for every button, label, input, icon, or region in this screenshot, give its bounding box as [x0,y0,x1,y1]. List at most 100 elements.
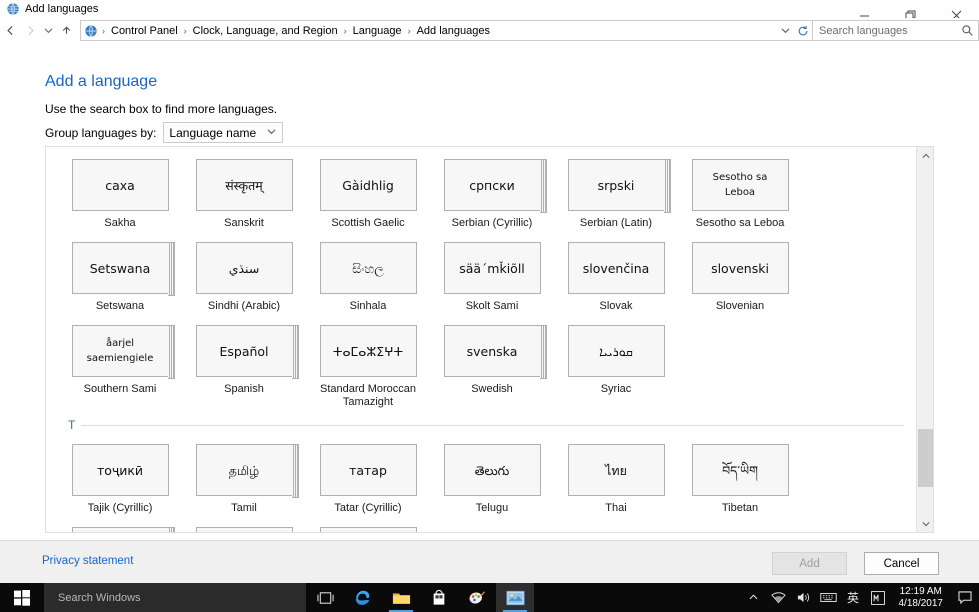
paint-3d-icon[interactable] [458,583,496,612]
language-tile[interactable]: Gàidhlig [320,159,417,211]
language-tile-item: српскиSerbian (Cyrillic) [430,147,554,230]
language-tile-item: EspañolSpanish [182,313,306,409]
language-tile-item: සිංහල Sinhala [306,230,430,313]
scroll-down-button[interactable] [917,515,934,532]
address-bar[interactable]: › Control Panel › Clock, Language, and R… [80,20,813,41]
language-tile-item: slovenčinaSlovak [554,230,678,313]
ime-language-indicator[interactable]: 英 [841,583,866,612]
search-input[interactable] [813,25,956,37]
language-tile-item: ትግርኛTigrinya [58,515,182,532]
language-tile[interactable]: Setswana [72,242,169,294]
language-tile-item: татар Tatar (Cyrillic) [306,432,430,515]
language-display-name: Tatar (Cyrillic) [308,502,428,515]
language-display-name: Thai [556,502,676,515]
breadcrumb-item-add-languages[interactable]: Add languages [413,23,494,39]
taskbar-clock[interactable]: 12:19 AM 4/18/2017 [891,583,952,612]
cancel-button[interactable]: Cancel [864,552,939,575]
language-tile[interactable]: српски [444,159,541,211]
language-tile-item: åarjel saemiengiele Southern Sami [58,313,182,409]
microsoft-store-icon[interactable] [420,583,458,612]
language-tile-item: سنڌيSindhi (Arabic) [182,230,306,313]
breadcrumb-separator: › [182,26,189,36]
language-tile-item: тоҷикӣTajik (Cyrillic) [58,432,182,515]
language-tile[interactable]: Español [196,325,293,377]
language-tile[interactable]: svenska [444,325,541,377]
group-letter: T [68,418,75,432]
language-tile[interactable]: Sesotho sa Leboa [692,159,789,211]
scroll-up-button[interactable] [917,147,934,164]
language-tile[interactable]: åarjel saemiengiele [72,325,169,377]
language-scroll-area[interactable]: сахаSakhaसंस्कृतम्SanskritGàidhligScotti… [46,147,914,532]
language-display-name: Swedish [432,383,552,396]
language-tile-item [182,515,306,532]
language-tile[interactable]: slovenski [692,242,789,294]
windows-taskbar: Search Windows [0,583,979,612]
language-display-name: Scottish Gaelic [308,217,428,230]
language-tile[interactable]: ትግርኛ [72,527,169,532]
language-native-name: slovenski [707,261,773,276]
back-button[interactable] [0,20,20,42]
group-languages-value: Language name [169,126,256,140]
vertical-scrollbar[interactable] [916,147,933,532]
language-tile[interactable]: sää´mǩiõll [444,242,541,294]
scrollbar-thumb[interactable] [918,429,933,487]
page-title: Add a language [45,73,157,91]
language-tile[interactable] [320,527,417,532]
start-button[interactable] [0,583,44,612]
language-tile[interactable]: ܩܘܪܝܝܐ [568,325,665,377]
language-tile[interactable]: සිංහල [320,242,417,294]
language-native-name: sää´mǩiõll [455,261,529,276]
language-tile[interactable] [196,527,293,532]
search-box[interactable] [813,20,979,41]
language-tile-item: ⵜⴰⵎⴰⵣⵉⵖⵜStandard Moroccan Tamazight [306,313,430,409]
language-native-name: සිංහල [348,261,388,276]
privacy-statement-link[interactable]: Privacy statement [42,555,133,567]
file-explorer-icon[interactable] [382,583,420,612]
language-tile-item: Sesotho sa LeboaSesotho sa Leboa [678,147,802,230]
language-tile[interactable]: ไทย [568,444,665,496]
language-native-name: саха [101,178,139,193]
language-native-name: тоҷикӣ [93,463,147,478]
up-button[interactable] [56,20,76,42]
action-center-icon[interactable] [951,583,979,612]
breadcrumb-item-control-panel[interactable]: Control Panel [107,23,182,39]
clock-date: 4/18/2017 [899,598,944,610]
language-list-panel: сахаSakhaसंस्कृतम्SanskritGàidhligScotti… [45,146,934,533]
language-display-name: Southern Sami [60,383,180,396]
language-native-name: ⵜⴰⵎⴰⵣⵉⵖⵜ [329,344,407,359]
network-icon[interactable] [766,583,791,612]
language-display-name: Skolt Sami [432,300,552,313]
language-display-name: Sinhala [308,300,428,313]
edge-icon[interactable] [344,583,382,612]
search-icon[interactable] [956,24,978,37]
language-tile[interactable]: саха [72,159,169,211]
volume-icon[interactable] [791,583,816,612]
control-panel-icon[interactable] [496,583,534,612]
chevron-down-icon[interactable] [776,21,794,40]
language-tile[interactable]: தமிழ் [196,444,293,496]
language-tile[interactable]: slovenčina [568,242,665,294]
language-tile[interactable]: संस्कृतम् [196,159,293,211]
group-languages-select[interactable]: Language name [163,122,283,143]
language-tile[interactable]: татар [320,444,417,496]
recent-locations-button[interactable] [40,20,56,42]
forward-button[interactable] [20,20,40,42]
taskbar-search[interactable]: Search Windows [44,583,306,612]
language-tile[interactable]: سنڌي [196,242,293,294]
language-tile[interactable]: ⵜⴰⵎⴰⵣⵉⵖⵜ [320,325,417,377]
tray-chevron-up-icon[interactable] [741,583,766,612]
language-tile[interactable]: తెలుగు [444,444,541,496]
breadcrumb-item-clock-language-region[interactable]: Clock, Language, and Region [189,23,342,39]
ime-mode-icon[interactable] [866,583,891,612]
language-tile[interactable]: srpski [568,159,665,211]
language-display-name: Syriac [556,383,676,396]
keyboard-icon[interactable] [816,583,841,612]
breadcrumb-item-language[interactable]: Language [349,23,406,39]
language-tile-item: svenska Swedish [430,313,554,409]
language-native-name: slovenčina [579,261,654,276]
add-button[interactable]: Add [772,552,847,575]
language-tile[interactable]: тоҷикӣ [72,444,169,496]
task-view-icon[interactable] [306,583,344,612]
refresh-icon[interactable] [794,21,812,40]
language-tile[interactable]: བོད་ཡིག [692,444,789,496]
